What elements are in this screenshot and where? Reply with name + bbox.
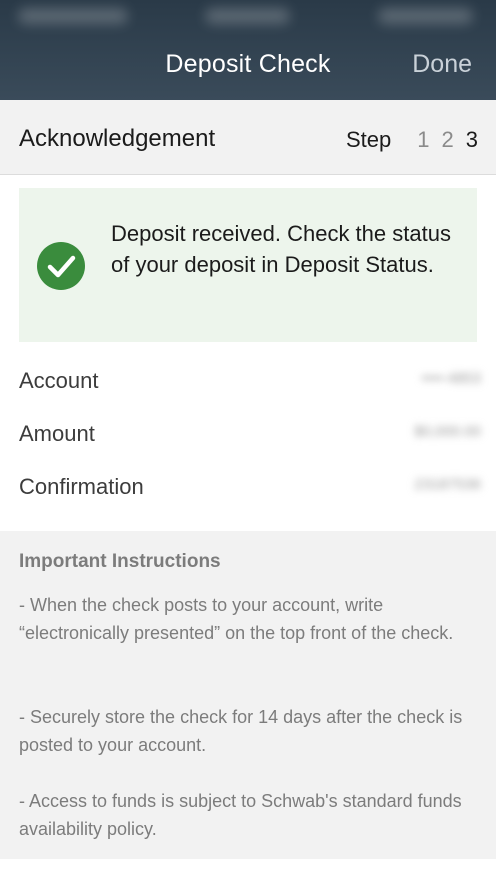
checkmark-circle-icon <box>37 242 85 290</box>
step-3: 3 <box>465 127 478 152</box>
battery-icon <box>378 8 473 24</box>
instruction-paragraph: - Securely store the check for 14 days a… <box>19 707 463 755</box>
step-1: 1 <box>417 127 430 152</box>
detail-row-confirmation: Confirmation 23187536 <box>19 474 481 510</box>
bottom-spacer <box>0 859 496 881</box>
clock-text <box>205 8 290 24</box>
instructions-heading: Important Instructions <box>19 551 221 572</box>
instruction-paragraph: - Access to funds is subject to Schwab's… <box>19 791 462 839</box>
important-instructions: Important Instructions - When the check … <box>0 531 496 859</box>
success-message: Deposit received. Check the status of yo… <box>111 221 451 277</box>
amount-label: Amount <box>19 421 95 446</box>
amount-value: $0,000.00 <box>414 423 481 440</box>
detail-row-account: Account ••••-4853 <box>19 368 481 404</box>
account-label: Account <box>19 368 99 393</box>
success-banner: Deposit received. Check the status of yo… <box>19 188 477 342</box>
navigation-bar: Deposit Check Done <box>0 0 496 100</box>
step-2: 2 <box>441 127 454 152</box>
step-indicator: Step 1 2 3 <box>346 127 478 153</box>
account-value: ••••-4853 <box>421 370 481 387</box>
step-label: Step <box>345 127 392 152</box>
status-bar <box>0 0 496 34</box>
done-button[interactable]: Done <box>412 50 472 79</box>
confirmation-value: 23187536 <box>414 476 481 493</box>
confirmation-label: Confirmation <box>19 474 144 499</box>
step-title: Acknowledgement <box>19 125 216 152</box>
instruction-paragraph: - When the check posts to your account, … <box>19 595 454 643</box>
step-header: Acknowledgement Step 1 2 3 <box>0 100 496 175</box>
confirmation-content: Deposit received. Check the status of yo… <box>0 176 496 531</box>
detail-row-amount: Amount $0,000.00 <box>19 421 481 457</box>
carrier-signal-icon <box>18 8 128 24</box>
